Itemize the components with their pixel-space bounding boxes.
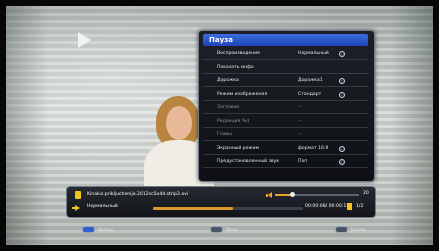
menu-item-value: формат 16:9	[298, 145, 329, 151]
enter-hint[interactable]: Ввод	[210, 226, 238, 235]
menu-item-label: Редакция %d	[217, 118, 249, 124]
back-hint[interactable]: Назад	[335, 226, 366, 235]
menu-item[interactable]: Дорожка Дорожка1	[203, 76, 368, 87]
pause-menu: Пауза Воспроизведение Нормальный Показать …	[198, 30, 375, 182]
file-icon	[75, 191, 81, 199]
arrow-right-icon	[72, 205, 80, 211]
menu-item-label: Воспроизведение	[217, 51, 260, 56]
volume-value: 20	[363, 191, 369, 196]
menu-item-value: Дорожка1	[298, 78, 323, 83]
menu-item-value: Стандарт	[298, 91, 322, 97]
menu-item-value: --	[298, 132, 302, 137]
option-icon[interactable]	[339, 91, 345, 98]
back-label: Назад	[351, 228, 366, 233]
menu-item-value: --	[298, 105, 302, 110]
menu-item-value: Нормальный	[298, 51, 329, 56]
playback-info-panel: Kinakis.prikljuchenija.2012sc5o4d.strip3…	[66, 186, 376, 218]
menu-item[interactable]: Воспроизведение Нормальный	[203, 49, 368, 60]
volume-knob[interactable]	[289, 192, 295, 197]
volume-slider[interactable]	[275, 192, 359, 197]
speaker-icon	[266, 192, 272, 198]
page-icon	[347, 203, 352, 210]
menu-title[interactable]: Пауза	[203, 34, 368, 46]
option-icon[interactable]	[339, 159, 345, 165]
menu-item-label: Предустановленный звук	[217, 159, 280, 164]
menu-item-label: Заглавие	[217, 105, 240, 110]
enter-label: Ввод	[226, 228, 238, 233]
file-name: Kinakis.prikljuchenija.2012sc5o4d.strip3…	[87, 192, 189, 197]
select-key-icon	[82, 226, 95, 233]
menu-item: Главы --	[203, 130, 368, 141]
menu-item[interactable]: Режим изображения Стандарт	[203, 90, 368, 101]
play-icon	[78, 32, 91, 48]
menu-item-value: Поп	[298, 159, 308, 164]
option-icon[interactable]	[339, 145, 345, 152]
menu-item-label: Экранный режим	[217, 145, 260, 151]
menu-item-label: Режим изображения	[217, 91, 268, 97]
playback-mode: Нормальный	[87, 204, 118, 209]
menu-item-label: Показать инфо	[217, 64, 254, 70]
video-person-face	[166, 106, 192, 140]
progress-bar[interactable]	[153, 207, 303, 210]
menu-item-value: --	[298, 118, 302, 124]
menu-item[interactable]: Предустановленный звук Поп	[203, 157, 368, 168]
option-icon[interactable]	[339, 51, 345, 57]
menu-item: Редакция %d --	[203, 117, 368, 128]
enter-key-icon	[210, 226, 223, 233]
menu-item[interactable]: Показать инфо	[203, 63, 368, 74]
menu-item[interactable]: Экранный режим формат 16:9	[203, 144, 368, 155]
page-indicator: 1/2	[356, 204, 364, 209]
progress-fill	[153, 207, 233, 210]
option-icon[interactable]	[339, 78, 345, 84]
select-hint[interactable]: Выбор	[82, 226, 113, 235]
select-label: Выбор	[98, 228, 114, 233]
menu-item-label: Главы	[217, 132, 232, 137]
menu-item-label: Дорожка	[217, 78, 239, 83]
playback-time: 00:00:08/ 00:00:15	[305, 204, 350, 209]
menu-item: Заглавие --	[203, 103, 368, 114]
back-key-icon	[335, 226, 348, 233]
